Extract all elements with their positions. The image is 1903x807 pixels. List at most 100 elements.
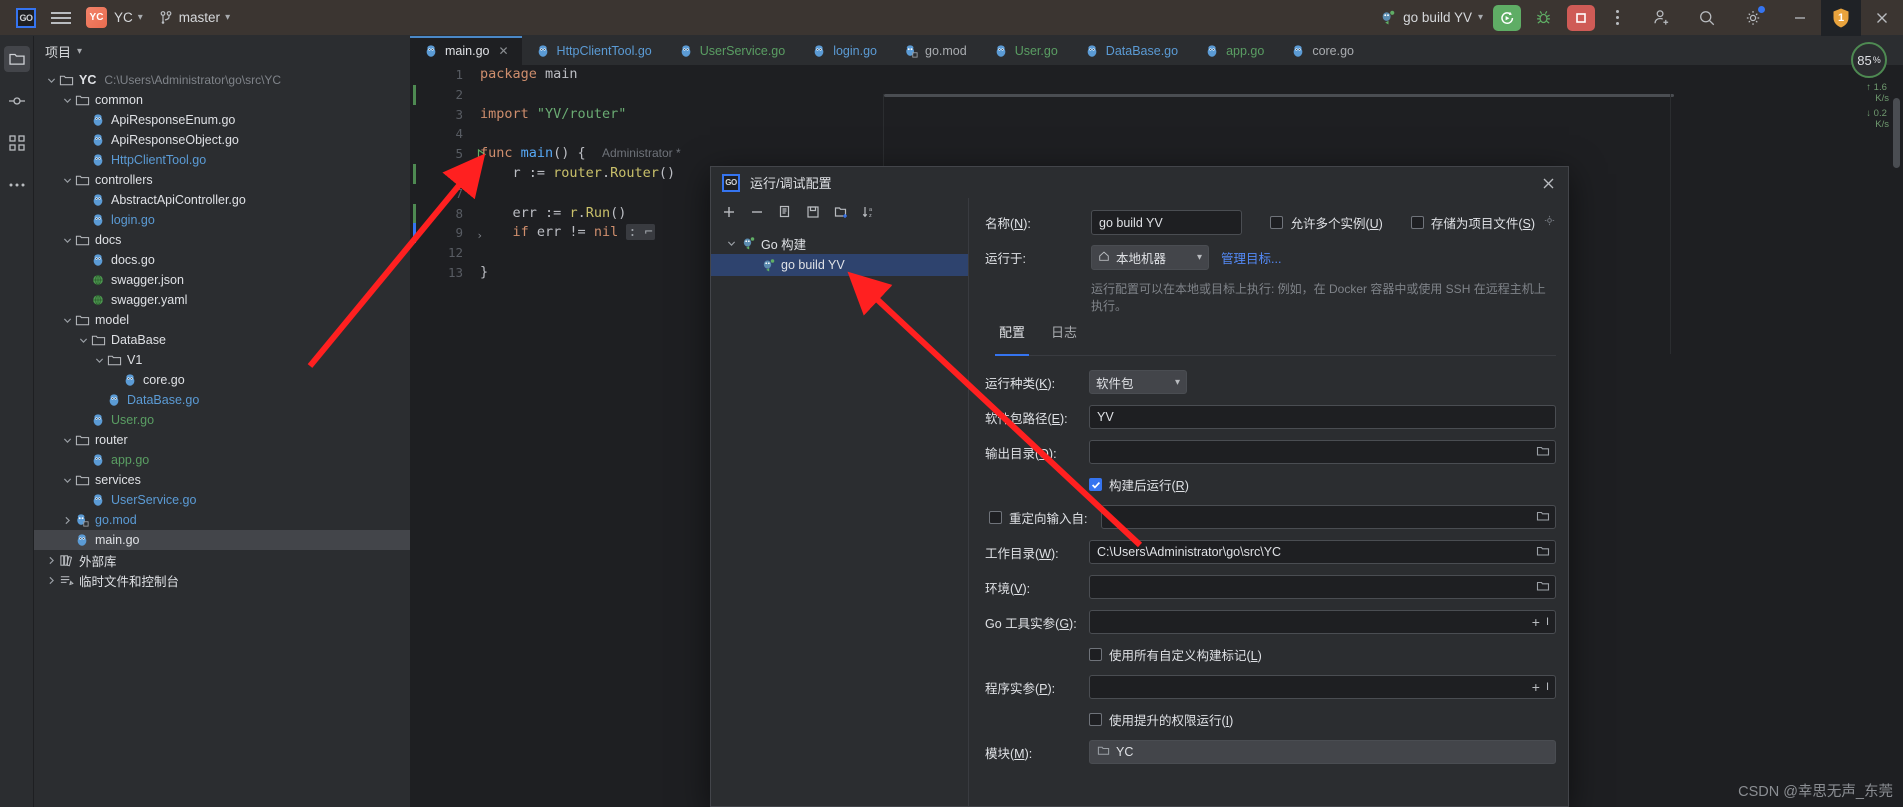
run-on-select[interactable]: 本地机器 ▾ [1091, 245, 1209, 270]
configuration-row[interactable]: Go 构建 [711, 232, 968, 254]
use-custom-build-tags-checkbox[interactable]: 使用所有自定义构建标记(L) [1089, 645, 1556, 664]
tree-row[interactable]: 外部库 [34, 550, 410, 570]
chevron-down-icon[interactable] [93, 354, 106, 367]
project-badge[interactable]: YC [86, 7, 107, 28]
stop-button[interactable] [1567, 4, 1595, 31]
tree-row[interactable]: login.go [34, 210, 410, 230]
tree-row[interactable]: app.go [34, 450, 410, 470]
chevron-down-icon[interactable] [61, 314, 74, 327]
tree-row[interactable]: AbstractApiController.go [34, 190, 410, 210]
tree-row[interactable]: UserService.go [34, 490, 410, 510]
tree-row[interactable]: main.go [34, 530, 410, 550]
tree-row[interactable]: ApiResponseObject.go [34, 130, 410, 150]
run-button[interactable] [1493, 4, 1521, 31]
manage-targets-link[interactable]: 管理目标... [1221, 248, 1281, 267]
run-on-chevron-down-icon[interactable]: ▾ [1197, 252, 1202, 263]
tree-row[interactable]: swagger.json [34, 270, 410, 290]
project-panel-chevron-down-icon[interactable]: ▾ [77, 46, 82, 57]
vcs-change-marker[interactable] [413, 163, 416, 184]
chevron-right-icon[interactable] [45, 554, 58, 567]
editor-tab[interactable]: DataBase.go [1071, 36, 1191, 65]
rail-commit-icon[interactable] [4, 88, 30, 114]
copy-icon[interactable] [776, 203, 794, 221]
chevron-down-icon[interactable] [61, 474, 74, 487]
dialog-tab[interactable]: 日志 [1051, 322, 1077, 348]
inspection-status-badge[interactable]: 85% [1851, 42, 1887, 78]
elevated-permissions-checkbox[interactable]: 使用提升的权限运行(I) [1089, 710, 1556, 729]
run-after-build-checkbox[interactable]: 构建后运行(R) [1089, 475, 1556, 494]
rail-more-icon[interactable] [4, 172, 30, 198]
package-path-input[interactable]: YV [1089, 405, 1556, 429]
tree-row[interactable]: V1 [34, 350, 410, 370]
run-kind-select[interactable]: 软件包 ▾ [1089, 370, 1187, 394]
debug-bug-icon[interactable] [1529, 5, 1557, 31]
tree-row[interactable]: DataBase.go [34, 390, 410, 410]
tree-row[interactable]: DataBase [34, 330, 410, 350]
remove-icon[interactable] [748, 203, 766, 221]
store-as-project-file-checkbox[interactable]: 存储为项目文件(S) [1410, 213, 1556, 232]
tree-row[interactable]: docs [34, 230, 410, 250]
expand-editor-icon[interactable]: Ι [1546, 616, 1549, 628]
tree-row[interactable]: ApiResponseEnum.go [34, 110, 410, 130]
chevron-down-icon[interactable] [61, 234, 74, 247]
elevated-checkbox-box[interactable] [1089, 713, 1102, 726]
branch-name-label[interactable]: master [179, 10, 220, 25]
working-dir-input[interactable]: C:\Users\Administrator\go\src\YC [1089, 540, 1556, 564]
output-dir-browse-icon[interactable] [1536, 444, 1550, 461]
tree-row[interactable]: YC C:\Users\Administrator\go\src\YC [34, 70, 410, 90]
env-browse-icon[interactable] [1536, 579, 1550, 596]
tab-close-icon[interactable]: ✕ [498, 44, 508, 58]
vcs-change-marker[interactable] [413, 223, 416, 244]
chevron-down-icon[interactable] [77, 334, 90, 347]
run-kind-chevron-down-icon[interactable]: ▾ [1175, 377, 1180, 388]
shield-notification-icon[interactable]: 1 [1821, 0, 1861, 36]
allow-multiple-instances-checkbox[interactable]: 允许多个实例(U) [1270, 213, 1383, 232]
redirect-input-checkbox-box[interactable] [989, 510, 1002, 524]
editor-tab[interactable]: UserService.go [665, 36, 798, 65]
tree-row[interactable]: model [34, 310, 410, 330]
chevron-down-icon[interactable] [61, 174, 74, 187]
dialog-close-icon[interactable] [1538, 173, 1558, 193]
store-project-settings-icon[interactable] [1543, 214, 1556, 232]
tree-row[interactable]: services [34, 470, 410, 490]
tree-row[interactable]: core.go [34, 370, 410, 390]
branch-chevron-down-icon[interactable]: ▾ [225, 12, 230, 23]
redirect-input-input[interactable] [1101, 505, 1556, 529]
editor-tab[interactable]: main.go ✕ [410, 36, 522, 65]
chevron-right-icon[interactable] [45, 574, 58, 587]
minimize-icon[interactable] [1779, 0, 1821, 36]
go-tool-args-input[interactable]: + Ι [1089, 610, 1556, 634]
program-args-input[interactable]: + Ι [1089, 675, 1556, 699]
add-argument-icon[interactable]: + [1532, 614, 1540, 630]
chevron-down-icon[interactable] [45, 74, 58, 87]
env-input[interactable] [1089, 575, 1556, 599]
add-user-icon[interactable] [1647, 5, 1675, 31]
chevron-down-icon[interactable]: ▾ [138, 12, 143, 23]
tree-row[interactable]: HttpClientTool.go [34, 150, 410, 170]
settings-gear-icon[interactable] [1739, 5, 1767, 31]
module-select[interactable]: YC [1089, 740, 1556, 764]
chevron-right-icon[interactable] [61, 514, 74, 527]
dialog-tab[interactable]: 配置 [994, 322, 1030, 356]
run-after-build-checkbox-box[interactable] [1089, 478, 1102, 491]
tree-row[interactable]: User.go [34, 410, 410, 430]
name-input[interactable]: go build YV [1091, 210, 1243, 235]
tree-row[interactable]: controllers [34, 170, 410, 190]
vcs-change-marker[interactable] [413, 84, 416, 105]
run-configuration-selector[interactable]: go build YV ▾ [1381, 10, 1483, 25]
save-icon[interactable] [804, 203, 822, 221]
chevron-down-icon[interactable] [61, 94, 74, 107]
store-project-checkbox-box[interactable] [1410, 216, 1424, 229]
add-icon[interactable] [720, 203, 738, 221]
chevron-down-icon[interactable] [725, 237, 738, 250]
tree-row[interactable]: router [34, 430, 410, 450]
more-options-icon[interactable] [1605, 10, 1629, 25]
editor-tab[interactable]: login.go [798, 36, 890, 65]
editor-tab[interactable]: User.go [980, 36, 1071, 65]
output-dir-input[interactable] [1089, 440, 1556, 464]
add-program-argument-icon[interactable]: + [1532, 679, 1540, 695]
editor-tab[interactable]: core.go [1277, 36, 1367, 65]
tree-row[interactable]: swagger.yaml [34, 290, 410, 310]
tree-row[interactable]: docs.go [34, 250, 410, 270]
search-icon[interactable] [1693, 5, 1721, 31]
